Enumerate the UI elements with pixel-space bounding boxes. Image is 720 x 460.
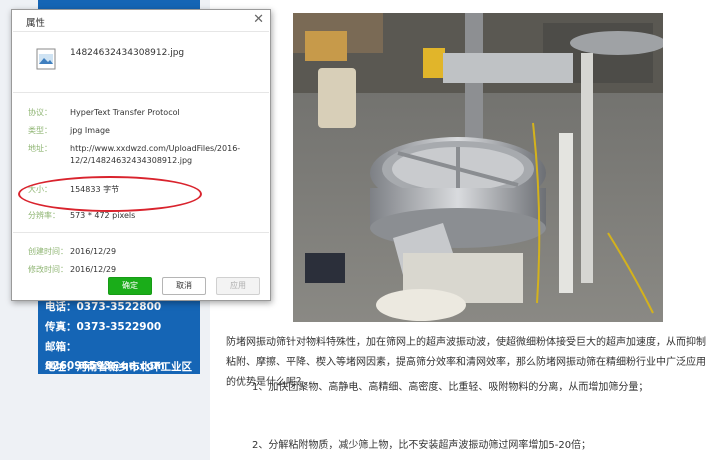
- apply-button[interactable]: 应用: [216, 277, 260, 295]
- resolution-value: 573 * 472 pixels: [70, 211, 136, 220]
- contact-info: 电话：0373-3522800 传真：0373-3522900 邮箱：82609…: [45, 298, 195, 378]
- title-divider: [13, 31, 269, 32]
- image-file-icon: [36, 48, 56, 70]
- address-value-line2: 12/2/14824632434308912.jpg: [70, 156, 193, 165]
- modified-value: 2016/12/29: [70, 265, 117, 274]
- contact-fax: 传真：0373-3522900: [45, 321, 162, 333]
- modified-label: 修改时间：: [28, 265, 68, 274]
- product-photo: [293, 13, 663, 322]
- protocol-value: HyperText Transfer Protocol: [70, 108, 180, 117]
- address-label: 地址：: [28, 144, 52, 153]
- contact-address: 地址：河南省新乡市北环工业区: [45, 361, 192, 373]
- close-icon[interactable]: ✕: [253, 12, 264, 28]
- contact-email[interactable]: 邮箱：826096593@qq.com: [45, 338, 195, 372]
- cancel-button[interactable]: 取消: [162, 277, 206, 295]
- advantage-item-1: 1、加快团聚物、高静电、高精细、高密度、比重轻、吸附物料的分离，从而增加筛分量；: [252, 382, 649, 393]
- resolution-label: 分辨率：: [28, 211, 60, 220]
- divider: [13, 232, 269, 233]
- address-value-line1: http://www.xxdwzd.com/UploadFiles/2016-: [70, 144, 241, 153]
- dialog-title: 属性: [26, 18, 46, 29]
- ok-button[interactable]: 确定: [108, 277, 152, 295]
- protocol-label: 协议：: [28, 108, 52, 117]
- created-label: 创建时间：: [28, 247, 68, 256]
- file-name: 14824632434308912.jpg: [70, 48, 185, 58]
- properties-dialog: 属性 ✕ 14824632434308912.jpg 协议： HyperText…: [11, 9, 271, 301]
- advantage-item-2: 2、分解粘附物质，减少筛上物，比不安装超声波振动筛过网率增加5-20倍；: [252, 440, 592, 451]
- type-value: jpg Image: [70, 126, 110, 135]
- divider: [13, 92, 269, 93]
- size-highlight-oval: [18, 176, 202, 212]
- created-value: 2016/12/29: [70, 247, 117, 256]
- type-label: 类型：: [28, 126, 52, 135]
